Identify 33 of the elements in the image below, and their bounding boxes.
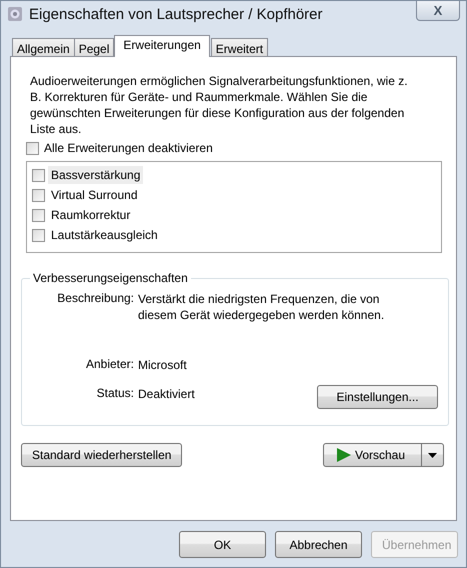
checkbox[interactable] (32, 188, 45, 202)
dropdown-button[interactable] (422, 443, 444, 467)
checkbox[interactable] (32, 208, 45, 222)
field-value: Microsoft (138, 357, 187, 373)
preview-button[interactable]: Vorschau (323, 443, 422, 467)
caret-icon (428, 452, 437, 458)
field-label: Anbieter: (84, 357, 134, 373)
field-value: Deaktiviert (138, 386, 195, 402)
dialog-button[interactable]: Abbrechen (275, 531, 362, 558)
close-button[interactable]: X (416, 1, 460, 21)
list-item[interactable]: Lautstärkeausgleich (48, 226, 161, 244)
list-item[interactable]: Virtual Surround (48, 186, 140, 204)
restore-defaults-button[interactable]: Standard wiederherstellen (21, 443, 182, 467)
list-item[interactable]: Raumkorrektur (48, 206, 134, 224)
settings-button[interactable]: Einstellungen... (317, 385, 438, 409)
window-title: Eigenschaften von Lautsprecher / Kopfhörer (29, 6, 324, 22)
checkbox-label: Alle Erweiterungen deaktivieren (44, 141, 213, 155)
checkbox[interactable] (32, 228, 45, 242)
checkbox[interactable] (26, 142, 39, 154)
group-title: Verbesserungseigenschaften (32, 271, 189, 285)
field-label: Beschreibung: (56, 291, 134, 307)
list-item[interactable]: Bassverstärkung (48, 166, 144, 184)
field-value: Verstärkt die niedrigsten Frequenzen, die von diesem Gerät wiedergegeben werden können. (138, 291, 386, 323)
tab[interactable]: Pegel (74, 38, 114, 57)
tab[interactable]: Erweiterungen (114, 35, 210, 57)
intro-text: Audioerweiterungen ermöglichen Signalverarbeitungsfunktionen, wie z. B. Korrekturen für Geräte- und Raummerkmale. Wählen Sie die gewünschten Erweiterungen für diese Konfiguration aus der folgenden Liste aus. (30, 73, 409, 137)
field-label: Status: (96, 386, 134, 402)
play-icon (336, 447, 352, 463)
checkbox[interactable] (32, 168, 45, 182)
tab[interactable]: Allgemein (12, 38, 75, 57)
dialog-button[interactable]: OK (179, 531, 266, 558)
tab[interactable]: Erweitert (210, 38, 268, 57)
speaker-icon (7, 6, 23, 22)
